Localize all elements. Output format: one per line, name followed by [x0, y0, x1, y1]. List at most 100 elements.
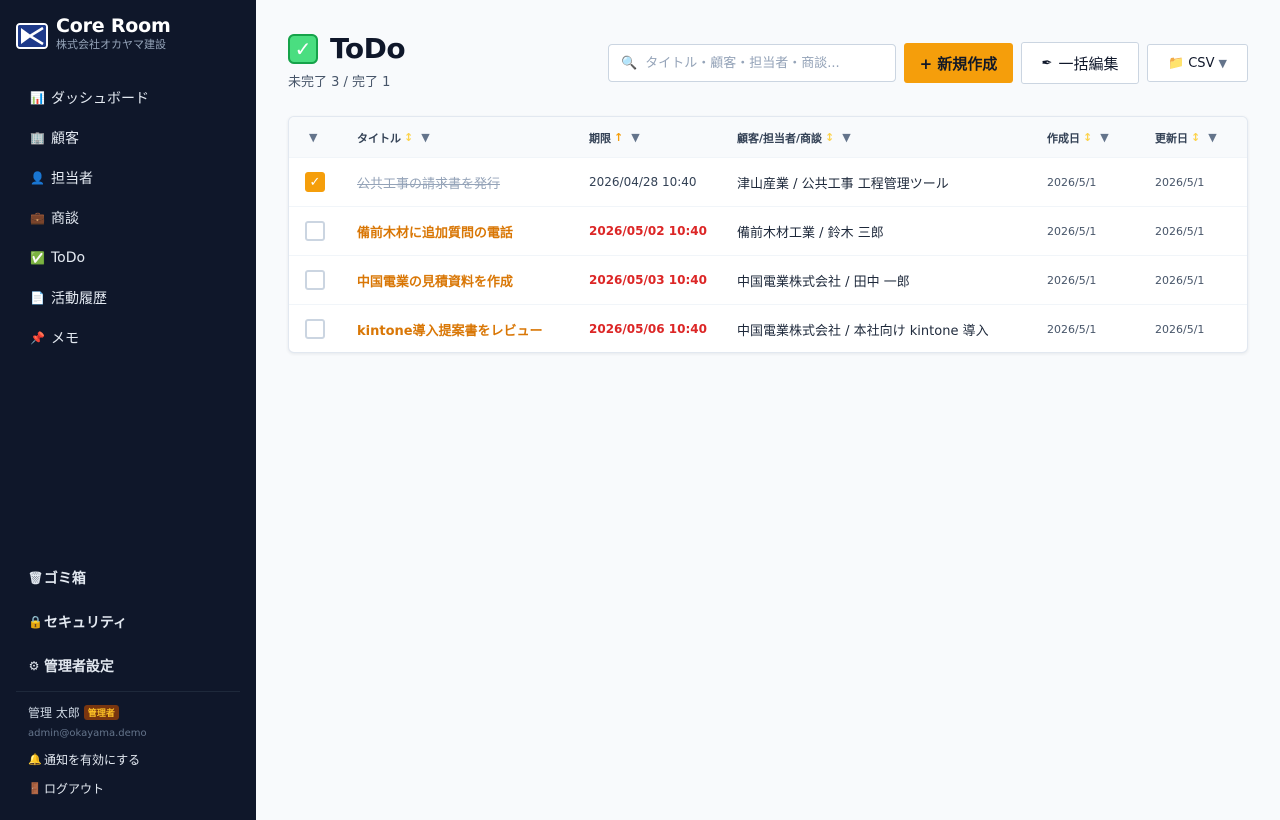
header-due[interactable]: 期限 ↑ ▼: [589, 117, 640, 158]
sort-icon[interactable]: ↕: [1191, 131, 1200, 144]
pin-icon: 📌: [30, 331, 45, 345]
logout-label: ログアウト: [44, 782, 105, 796]
header-customer-label: 顧客/担当者/商談: [737, 131, 823, 145]
bell-icon: 🔔: [28, 752, 42, 766]
nav-item-label: 商談: [51, 211, 79, 227]
header-due-label: 期限: [589, 131, 611, 145]
todo-checkbox[interactable]: [305, 319, 325, 339]
logout-link[interactable]: 🚪 ログアウト: [28, 780, 240, 797]
brand[interactable]: Core Room 株式会社オカヤマ建設: [16, 14, 171, 52]
header-updated[interactable]: 更新日 ↕ ▼: [1155, 117, 1217, 158]
table-row: kintone導入提案書をレビュー 2026/05/06 10:40 中国電業株…: [289, 305, 1247, 352]
table-header: ▼ タイトル ↕ ▼ 期限 ↑ ▼ 顧客/担当者/商談 ↕ ▼ 作成日 ↕ ▼: [289, 117, 1247, 158]
search-input[interactable]: [645, 55, 886, 71]
brand-title: Core Room: [56, 15, 171, 37]
person-icon: 👤: [30, 171, 45, 185]
filter-icon[interactable]: ▼: [842, 131, 850, 144]
filter-icon[interactable]: ▼: [1208, 131, 1216, 144]
todo-checkbox[interactable]: [305, 221, 325, 241]
todo-customer: 中国電業株式会社 / 本社向け kintone 導入: [737, 323, 989, 339]
nav-item-todo[interactable]: ✅ ToDo: [16, 238, 240, 278]
todo-table: ▼ タイトル ↕ ▼ 期限 ↑ ▼ 顧客/担当者/商談 ↕ ▼ 作成日 ↕ ▼: [288, 116, 1248, 353]
filter-icon[interactable]: ▼: [309, 131, 317, 144]
briefcase-icon: 💼: [30, 211, 45, 225]
sidebar-divider: [16, 691, 240, 692]
sort-icon[interactable]: ↕: [404, 131, 413, 144]
user-name-row: 管理 太郎 管理者: [28, 704, 240, 721]
todo-title[interactable]: 備前木材に追加質問の電話: [357, 222, 513, 241]
sort-icon[interactable]: ↕: [825, 131, 834, 144]
nav-item-label: メモ: [51, 331, 79, 347]
nav-item-label: 担当者: [51, 171, 93, 187]
todo-updated: 2026/5/1: [1155, 224, 1205, 238]
table-row: 備前木材に追加質問の電話 2026/05/02 10:40 備前木材工業 / 鈴…: [289, 207, 1247, 256]
folder-icon: 📁: [1168, 55, 1185, 71]
user-name: 管理 太郎: [28, 706, 80, 720]
nav-item-label: 管理者設定: [44, 659, 114, 675]
nav-item-label: ゴミ箱: [44, 571, 86, 587]
todo-updated: 2026/5/1: [1155, 175, 1205, 189]
bottom-nav: 🗑 ゴミ箱 🔒 セキュリティ ⚙ 管理者設定: [16, 556, 240, 688]
todo-due: 2026/05/03 10:40: [589, 273, 707, 287]
enable-notifications-link[interactable]: 🔔 通知を有効にする: [28, 751, 240, 768]
csv-button[interactable]: 📁 CSV ▼: [1147, 44, 1248, 82]
door-icon: 🚪: [28, 781, 42, 795]
todo-created: 2026/5/1: [1047, 273, 1097, 287]
nav-item-label: 顧客: [51, 131, 79, 147]
task-count: 未完了 3 / 完了 1: [288, 75, 391, 90]
bulk-edit-label: 一括編集: [1058, 54, 1119, 73]
todo-title[interactable]: 公共工事の請求書を発行: [357, 173, 500, 192]
nav-item-admin-settings[interactable]: ⚙ 管理者設定: [16, 644, 240, 688]
sort-asc-icon[interactable]: ↑: [614, 131, 623, 144]
nav-item-trash[interactable]: 🗑 ゴミ箱: [16, 556, 240, 600]
todo-created: 2026/5/1: [1047, 175, 1097, 189]
table-body: ✓ 公共工事の請求書を発行 2026/04/28 10:40 津山産業 / 公共…: [289, 158, 1247, 352]
todo-due: 2026/05/06 10:40: [589, 322, 707, 336]
page-title: ToDo: [330, 32, 406, 65]
role-badge: 管理者: [83, 705, 119, 720]
checkmark-icon: ✅: [30, 251, 45, 265]
header-created-label: 作成日: [1047, 131, 1080, 145]
todo-title[interactable]: 中国電業の見積資料を作成: [357, 271, 513, 290]
nav-item-customers[interactable]: 🏢 顧客: [16, 118, 240, 158]
lock-icon: 🔒: [28, 615, 43, 629]
gear-icon: ⚙: [28, 659, 40, 673]
header-select: ▼: [309, 117, 317, 158]
nav-item-security[interactable]: 🔒 セキュリティ: [16, 600, 240, 644]
filter-icon[interactable]: ▼: [1100, 131, 1108, 144]
user-email: admin@okayama.demo: [28, 728, 147, 739]
nav-item-dashboard[interactable]: 📊 ダッシュボード: [16, 78, 240, 118]
logo-icon: [16, 23, 48, 49]
nav-item-activity[interactable]: 📄 活動履歴: [16, 278, 240, 318]
nav-item-label: ダッシュボード: [51, 91, 149, 107]
todo-due: 2026/05/02 10:40: [589, 224, 707, 238]
toolbar: 🔍 + 新規作成 ✒ 一括編集 📁 CSV ▼: [608, 42, 1248, 84]
page-header: ✓ ToDo 未完了 3 / 完了 1: [288, 32, 406, 90]
header-title[interactable]: タイトル ↕ ▼: [357, 117, 430, 158]
filter-icon[interactable]: ▼: [631, 131, 639, 144]
sort-icon[interactable]: ↕: [1083, 131, 1092, 144]
main-content: ✓ ToDo 未完了 3 / 完了 1 🔍 + 新規作成 ✒ 一括編集 📁 CS…: [256, 0, 1280, 820]
todo-checkbox[interactable]: ✓: [305, 172, 325, 192]
trash-icon: 🗑: [28, 571, 44, 585]
todo-created: 2026/5/1: [1047, 224, 1097, 238]
new-todo-button[interactable]: + 新規作成: [904, 43, 1013, 83]
todo-customer: 津山産業 / 公共工事 工程管理ツール: [737, 176, 949, 192]
csv-label: CSV: [1188, 55, 1215, 71]
todo-created: 2026/5/1: [1047, 322, 1097, 336]
todo-title[interactable]: kintone導入提案書をレビュー: [357, 320, 543, 339]
todo-checkbox[interactable]: [305, 270, 325, 290]
todo-customer: 備前木材工業 / 鈴木 三郎: [737, 225, 884, 241]
header-customer[interactable]: 顧客/担当者/商談 ↕ ▼: [737, 117, 851, 158]
filter-icon[interactable]: ▼: [421, 131, 429, 144]
user-block: 管理 太郎 管理者 admin@okayama.demo 🔔 通知を有効にする …: [28, 704, 240, 797]
header-created[interactable]: 作成日 ↕ ▼: [1047, 117, 1109, 158]
nav-item-contacts[interactable]: 👤 担当者: [16, 158, 240, 198]
building-icon: 🏢: [30, 131, 45, 145]
nav-item-label: 活動履歴: [51, 291, 107, 307]
nav-item-memo[interactable]: 📌 メモ: [16, 318, 240, 358]
nav-item-deals[interactable]: 💼 商談: [16, 198, 240, 238]
brand-subtitle: 株式会社オカヤマ建設: [56, 38, 166, 51]
enable-notifications-label: 通知を有効にする: [44, 753, 141, 767]
bulk-edit-button[interactable]: ✒ 一括編集: [1021, 42, 1139, 84]
